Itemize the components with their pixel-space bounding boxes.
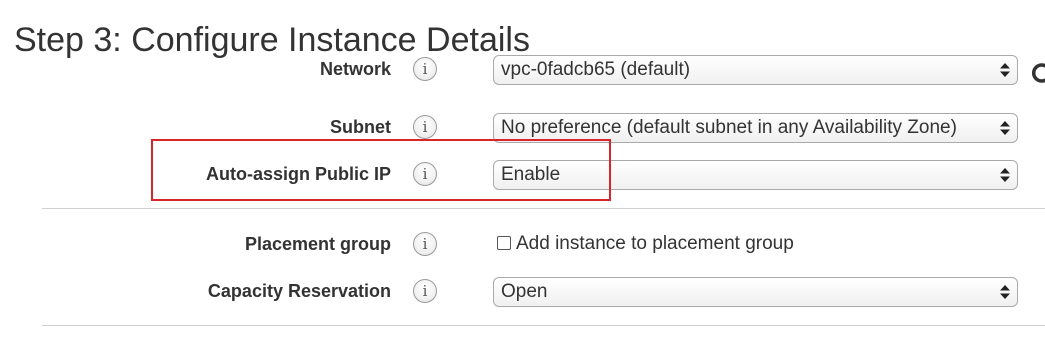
info-icon[interactable]: i — [413, 232, 437, 256]
info-icon[interactable]: i — [413, 279, 437, 303]
page-title: Step 3: Configure Instance Details — [14, 21, 530, 59]
placement-group-checkbox-label: Add instance to placement group — [516, 233, 794, 254]
network-value: vpc-0fadcb65 (default) — [501, 59, 691, 80]
section-divider — [42, 325, 1045, 326]
info-icon[interactable]: i — [413, 115, 437, 139]
subnet-row: Subnet i No preference (default subnet i… — [0, 110, 1045, 144]
capacity-reservation-value: Open — [501, 281, 548, 302]
chevron-up-down-icon — [998, 56, 1012, 84]
chevron-up-down-icon — [998, 161, 1012, 189]
placement-group-label: Placement group — [244, 234, 391, 254]
capacity-reservation-row: Capacity Reservation i Open — [0, 274, 1045, 308]
placement-group-checkbox[interactable] — [497, 236, 511, 250]
auto-assign-ip-row: Auto-assign Public IP i Enable — [0, 157, 1045, 191]
subnet-select[interactable]: No preference (default subnet in any Ava… — [493, 113, 1018, 143]
placement-group-checkbox-wrap[interactable]: Add instance to placement group — [497, 227, 794, 261]
chevron-up-down-icon — [998, 114, 1012, 142]
info-icon[interactable]: i — [413, 162, 437, 186]
network-select[interactable]: vpc-0fadcb65 (default) — [493, 55, 1018, 85]
auto-assign-ip-label: Auto-assign Public IP — [205, 164, 391, 184]
auto-assign-ip-select[interactable]: Enable — [493, 160, 1018, 190]
capacity-reservation-label: Capacity Reservation — [207, 281, 391, 301]
subnet-label: Subnet — [330, 117, 391, 137]
section-divider — [42, 208, 1045, 209]
refresh-icon[interactable] — [1032, 62, 1045, 84]
placement-group-row: Placement group i Add instance to placem… — [0, 227, 1045, 261]
auto-assign-ip-value: Enable — [501, 164, 561, 185]
capacity-reservation-select[interactable]: Open — [493, 277, 1018, 307]
chevron-up-down-icon — [998, 278, 1012, 306]
subnet-value: No preference (default subnet in any Ava… — [501, 117, 957, 138]
